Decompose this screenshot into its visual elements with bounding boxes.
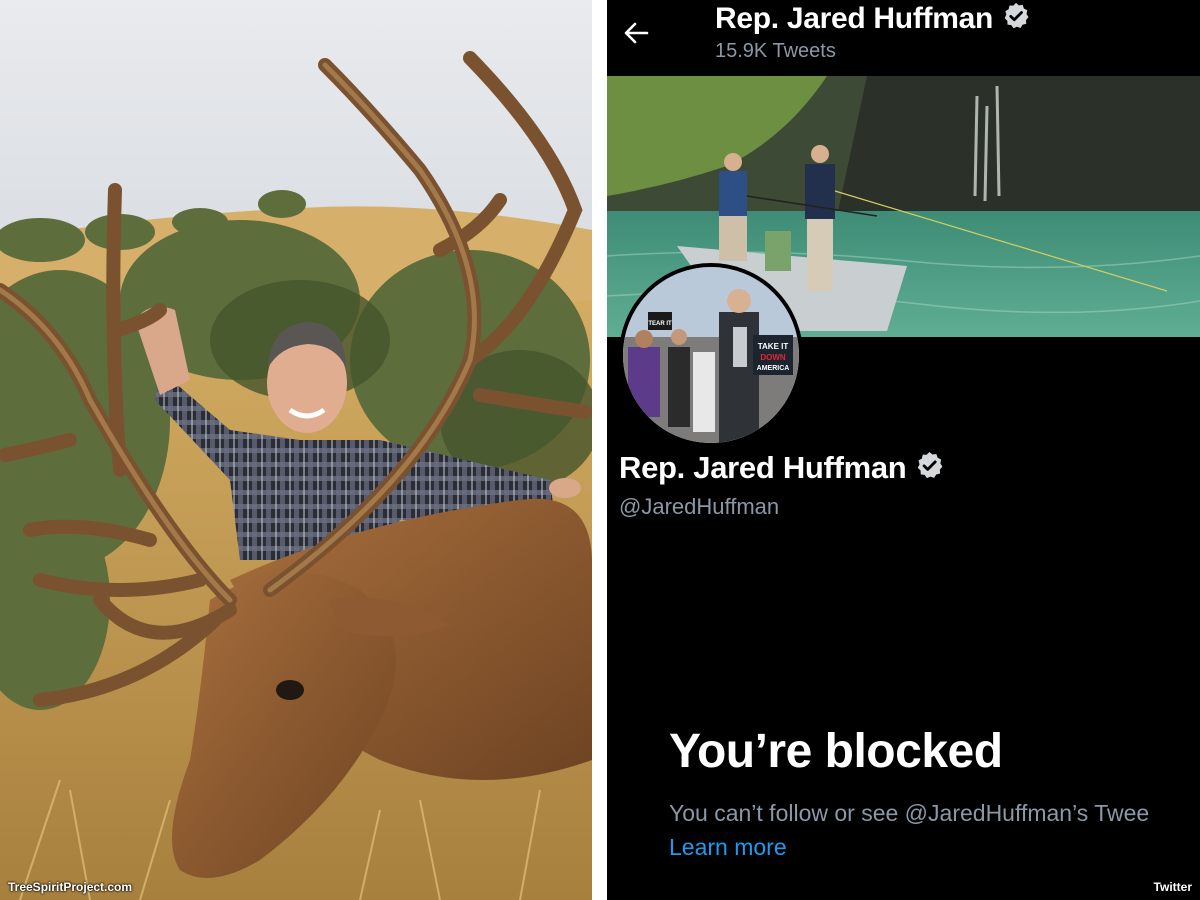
- learn-more-link[interactable]: Learn more: [669, 834, 787, 861]
- avatar-rally-image: TEAR IT TAKE IT DOWN AMERICA: [623, 267, 799, 443]
- verified-badge-icon: [1001, 1, 1031, 36]
- profile-display-name: Rep. Jared Huffman: [619, 450, 907, 485]
- profile-handle: @JaredHuffman: [619, 494, 780, 519]
- twitter-profile-screen: Rep. Jared Huffman 15.9K Tweets TEAR IT …: [607, 0, 1200, 900]
- svg-text:TEAR IT: TEAR IT: [648, 321, 672, 327]
- verified-badge-icon: [914, 450, 945, 486]
- screenshot-credit: Twitter: [1153, 880, 1192, 894]
- back-arrow-icon: [624, 22, 649, 44]
- hunter-with-elk-photo: TreeSpiritProject.com: [0, 0, 592, 900]
- sign-text-3: AMERICA: [757, 365, 790, 372]
- header-name: Rep. Jared Huffman: [715, 1, 993, 35]
- sign-text-2: DOWN: [760, 353, 786, 362]
- blocked-title: You’re blocked: [669, 725, 1003, 778]
- back-button[interactable]: [621, 18, 651, 48]
- photo-credit: TreeSpiritProject.com: [8, 880, 133, 894]
- blocked-description: You can’t follow or see @JaredHuffman’s …: [669, 800, 1150, 826]
- profile-header-bar: Rep. Jared Huffman 15.9K Tweets: [607, 0, 1200, 76]
- panel-divider: [592, 0, 607, 900]
- header-title: Rep. Jared Huffman: [715, 1, 1031, 36]
- sign-text-1: TAKE IT: [758, 342, 789, 351]
- profile-avatar[interactable]: TEAR IT TAKE IT DOWN AMERICA: [619, 263, 803, 447]
- tweet-count: 15.9K Tweets: [715, 40, 836, 62]
- photo-illustration: [0, 0, 592, 900]
- profile-name-row: Rep. Jared Huffman: [619, 450, 945, 486]
